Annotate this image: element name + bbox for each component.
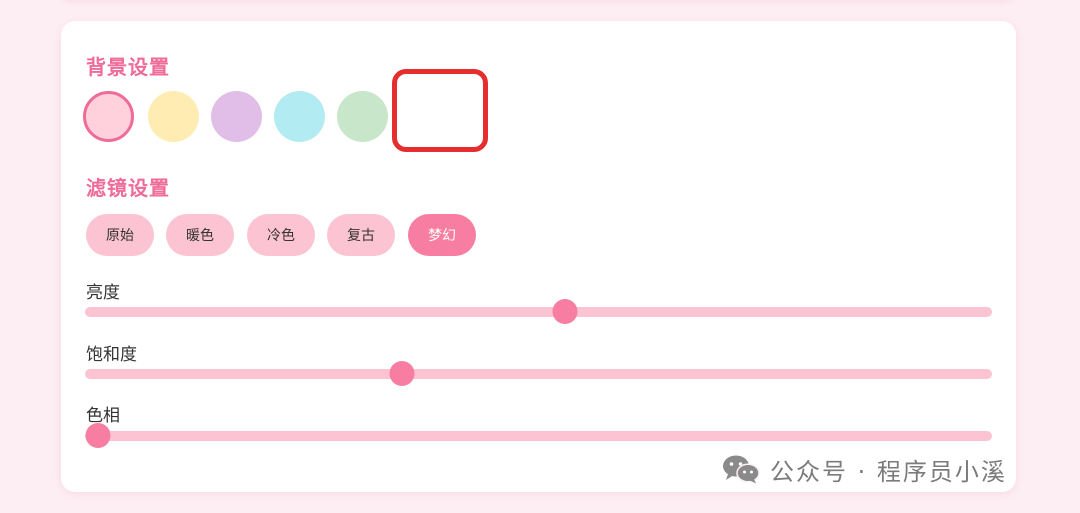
filter-vintage-button[interactable]: 复古 xyxy=(327,214,395,256)
saturation-label: 饱和度 xyxy=(86,345,137,365)
background-settings-title: 背景设置 xyxy=(86,55,170,79)
bg-swatch-yellow[interactable] xyxy=(148,91,199,142)
brightness-slider-thumb[interactable] xyxy=(552,299,578,324)
bg-swatch-pink[interactable] xyxy=(83,91,134,142)
filter-cool-button[interactable]: 冷色 xyxy=(247,214,315,256)
brightness-label: 亮度 xyxy=(86,283,120,303)
hue-slider-thumb[interactable] xyxy=(85,423,110,448)
hue-slider[interactable] xyxy=(85,423,992,448)
hue-label: 色相 xyxy=(86,406,120,426)
filter-dreamy-button[interactable]: 梦幻 xyxy=(408,214,476,256)
saturation-slider-thumb[interactable] xyxy=(389,361,415,386)
watermark-text: 公众号 · 程序员小溪 xyxy=(770,457,1007,486)
bg-swatch-green[interactable] xyxy=(337,91,388,142)
bg-swatch-purple[interactable] xyxy=(211,91,262,142)
filter-settings-title: 滤镜设置 xyxy=(86,176,170,200)
filter-original-button[interactable]: 原始 xyxy=(86,214,154,256)
filter-warm-button[interactable]: 暖色 xyxy=(166,214,234,256)
brightness-slider[interactable] xyxy=(85,299,992,324)
wechat-icon xyxy=(723,455,760,484)
settings-card: 背景设置 滤镜设置 原始 暖色 冷色 复古 梦幻 亮度 饱和度 色相 xyxy=(61,21,1016,492)
bg-swatch-cyan[interactable] xyxy=(274,91,325,142)
watermark: 公众号 · 程序员小溪 xyxy=(722,452,1007,486)
highlight-annotation-box xyxy=(392,69,488,152)
saturation-slider[interactable] xyxy=(85,361,992,386)
